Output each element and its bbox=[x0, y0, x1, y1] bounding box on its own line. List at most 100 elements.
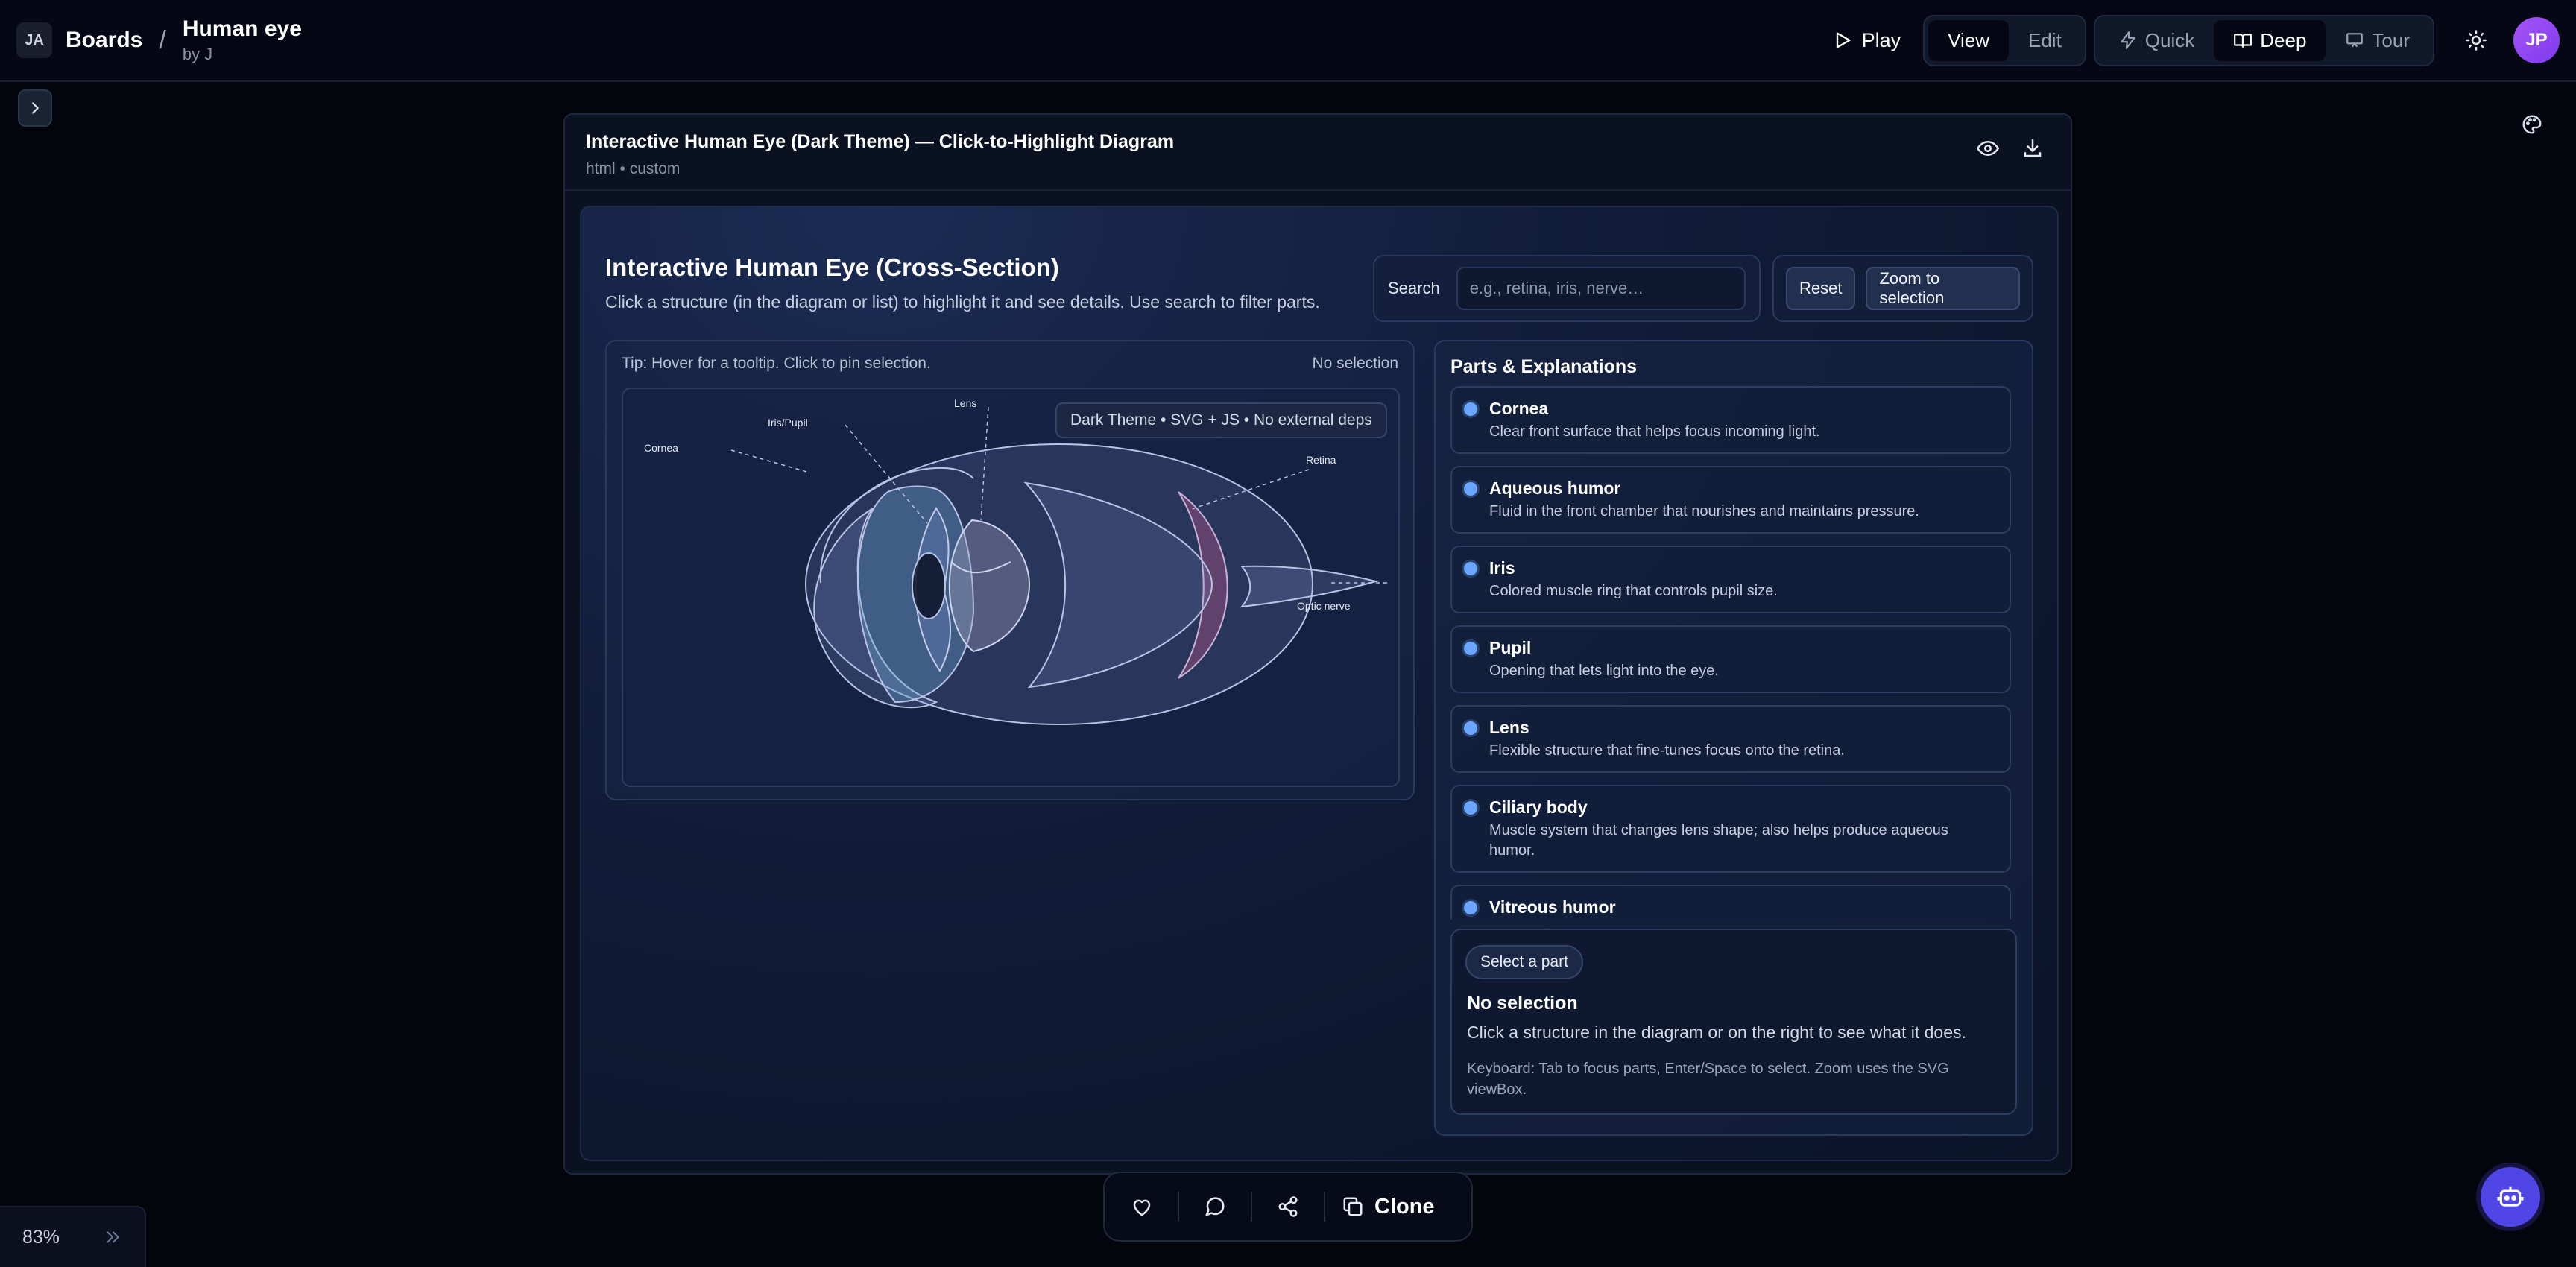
action-buttons: Reset Zoom to selection bbox=[1772, 255, 2033, 322]
part-dot bbox=[1464, 482, 1477, 496]
part-dot bbox=[1464, 721, 1477, 735]
tab-deep-label: Deep bbox=[2260, 28, 2307, 51]
eye-diagram: Cornea Iris/Pupil Lens Retina Optic nerv… bbox=[622, 388, 1400, 787]
parts-list[interactable]: Cornea Clear front surface that helps fo… bbox=[1450, 386, 2011, 920]
part-item-cornea[interactable]: Cornea Clear front surface that helps fo… bbox=[1450, 386, 2011, 454]
diagram-tip: Tip: Hover for a tooltip. Click to pin s… bbox=[622, 355, 931, 372]
bottom-toolbar: Clone bbox=[1103, 1172, 1473, 1242]
label-cornea: Cornea bbox=[644, 442, 678, 454]
comment-icon bbox=[1205, 1197, 1225, 1216]
workspace-logo[interactable]: JA bbox=[16, 22, 52, 58]
tab-view[interactable]: View bbox=[1928, 19, 2009, 61]
tech-badge: Dark Theme • SVG + JS • No external deps bbox=[1055, 402, 1387, 438]
search-label: Search bbox=[1388, 279, 1440, 297]
book-icon bbox=[2234, 34, 2253, 48]
part-name: Iris bbox=[1489, 558, 1515, 578]
zoom-to-selection-button[interactable]: Zoom to selection bbox=[1866, 267, 2020, 310]
comment-button[interactable] bbox=[1196, 1187, 1234, 1226]
detail-title: No selection bbox=[1467, 993, 1578, 1014]
toolbar-divider bbox=[1178, 1192, 1179, 1222]
presentation-icon bbox=[2346, 33, 2364, 48]
part-item-vitreous-humor[interactable]: Vitreous humor bbox=[1450, 885, 2011, 920]
tab-quick[interactable]: Quick bbox=[2099, 20, 2214, 61]
board-title: Human eye bbox=[182, 16, 302, 41]
tab-deep[interactable]: Deep bbox=[2214, 19, 2326, 61]
parts-panel: Parts & Explanations Cornea Clear front … bbox=[1434, 340, 2033, 1136]
toolbar-divider bbox=[1251, 1192, 1252, 1222]
double-chevron-right-icon[interactable] bbox=[103, 1227, 122, 1247]
palette-icon bbox=[2522, 115, 2542, 134]
diagram-panel: Tip: Hover for a tooltip. Click to pin s… bbox=[605, 340, 1415, 800]
download-icon[interactable] bbox=[2021, 137, 2044, 159]
leader-cornea bbox=[730, 449, 810, 473]
sidebar-toggle-button[interactable] bbox=[18, 89, 52, 127]
part-item-lens[interactable]: Lens Flexible structure that fine-tunes … bbox=[1450, 705, 2011, 773]
play-icon bbox=[1836, 32, 1851, 48]
part-dot bbox=[1464, 801, 1477, 815]
part-dot bbox=[1464, 402, 1477, 416]
artifact-title: Interactive Human Eye (Dark Theme) — Cli… bbox=[586, 131, 1175, 152]
part-item-pupil[interactable]: Pupil Opening that lets light into the e… bbox=[1450, 625, 2011, 693]
chevron-right-icon bbox=[32, 102, 39, 114]
app-subtitle: Click a structure (in the diagram or lis… bbox=[605, 292, 1320, 312]
toolbar-divider bbox=[1324, 1192, 1325, 1222]
like-button[interactable] bbox=[1123, 1187, 1161, 1226]
tab-tour-label: Tour bbox=[2372, 28, 2410, 51]
board-title-block: Human eye by J bbox=[183, 16, 302, 64]
reset-button[interactable]: Reset bbox=[1786, 267, 1856, 310]
assistant-bot-button[interactable] bbox=[2481, 1167, 2540, 1227]
app-frame: Interactive Human Eye (Cross-Section) Cl… bbox=[580, 206, 2059, 1161]
part-item-iris[interactable]: Iris Colored muscle ring that controls p… bbox=[1450, 546, 2011, 613]
part-dot bbox=[1464, 901, 1477, 914]
parts-title: Parts & Explanations bbox=[1450, 356, 1638, 377]
pupil-shape[interactable] bbox=[912, 552, 946, 619]
clone-label: Clone bbox=[1374, 1194, 1435, 1219]
part-name: Lens bbox=[1489, 718, 1530, 737]
search-input[interactable] bbox=[1456, 267, 1746, 310]
label-optic-nerve: Optic nerve bbox=[1297, 600, 1351, 612]
selection-state: No selection bbox=[1312, 355, 1398, 372]
board-author: by J bbox=[182, 45, 213, 63]
eye-icon[interactable] bbox=[1977, 137, 1999, 159]
tab-tour[interactable]: Tour bbox=[2326, 20, 2429, 61]
sun-icon bbox=[2466, 30, 2487, 51]
share-button[interactable] bbox=[1269, 1187, 1307, 1226]
eye-svg: Cornea Iris/Pupil Lens Retina Optic nerv… bbox=[644, 397, 1391, 725]
part-desc: Clear front surface that helps focus inc… bbox=[1489, 423, 1820, 440]
tab-edit[interactable]: Edit bbox=[2009, 20, 2081, 61]
label-iris-pupil: Iris/Pupil bbox=[768, 417, 808, 429]
part-item-ciliary-body[interactable]: Ciliary body Muscle system that changes … bbox=[1450, 785, 2011, 873]
select-part-pill: Select a part bbox=[1465, 945, 1583, 979]
part-desc: Fluid in the front chamber that nourishe… bbox=[1489, 503, 1919, 519]
part-dot bbox=[1464, 642, 1477, 655]
depth-switch: Quick Deep Tour bbox=[2093, 14, 2434, 66]
detail-text: Click a structure in the diagram or on t… bbox=[1467, 1023, 1966, 1042]
heart-icon bbox=[1133, 1199, 1151, 1216]
avatar[interactable]: JP bbox=[2513, 17, 2560, 63]
detail-box: Select a part No selection Click a struc… bbox=[1450, 929, 2017, 1115]
part-name: Cornea bbox=[1489, 399, 1549, 418]
artifact-actions bbox=[1977, 137, 2044, 159]
app-title: Interactive Human Eye (Cross-Section) bbox=[605, 253, 1059, 281]
part-name: Pupil bbox=[1489, 638, 1532, 657]
theme-toggle[interactable] bbox=[2461, 25, 2491, 55]
palette-button[interactable] bbox=[2515, 107, 2549, 142]
copy-icon bbox=[1343, 1197, 1363, 1216]
clone-button[interactable]: Clone bbox=[1342, 1195, 1435, 1219]
zoom-level: 83% bbox=[22, 1226, 60, 1248]
artifact-meta: html • custom bbox=[586, 160, 681, 177]
robot-icon bbox=[2497, 1186, 2524, 1207]
artifact-card: Interactive Human Eye (Dark Theme) — Cli… bbox=[564, 113, 2072, 1175]
share-icon bbox=[1278, 1196, 1298, 1217]
part-name: Ciliary body bbox=[1489, 797, 1588, 817]
part-desc: Flexible structure that fine-tunes focus… bbox=[1489, 742, 1845, 759]
play-button[interactable]: Play bbox=[1832, 29, 1901, 52]
part-item-aqueous-humor[interactable]: Aqueous humor Fluid in the front chamber… bbox=[1450, 466, 2011, 534]
lightning-icon bbox=[2121, 31, 2135, 49]
tab-quick-label: Quick bbox=[2144, 28, 2195, 51]
artifact-header: Interactive Human Eye (Dark Theme) — Cli… bbox=[586, 131, 1174, 178]
label-retina: Retina bbox=[1306, 454, 1336, 466]
zoom-indicator[interactable]: 83% bbox=[0, 1206, 146, 1267]
play-label: Play bbox=[1861, 28, 1901, 51]
breadcrumb-boards[interactable]: Boards bbox=[66, 28, 142, 53]
